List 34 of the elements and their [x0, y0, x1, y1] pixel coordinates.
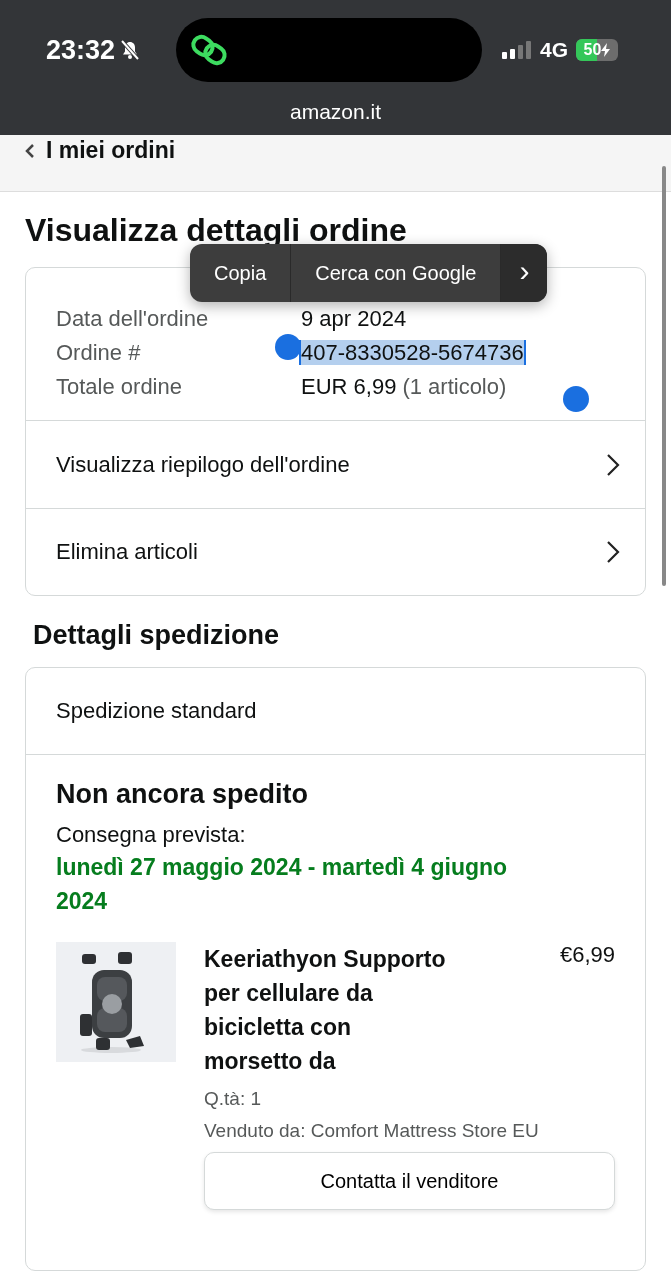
address-bar[interactable]: amazon.it [275, 100, 396, 124]
selection-handle[interactable] [275, 334, 301, 360]
product-price: €6,99 [559, 942, 615, 969]
chevron-right-icon [606, 540, 620, 564]
info-label: Ordine # [56, 339, 142, 367]
link-icon [190, 34, 228, 66]
selection-handle[interactable] [563, 386, 589, 412]
product-title[interactable]: Keeriathyon Supporto per cellulare da bicicletta con morsetto da [204, 942, 454, 1078]
shipping-method: Spedizione standard [26, 668, 645, 755]
menu-item[interactable]: Copia [190, 244, 292, 302]
battery-icon: 50 [576, 39, 618, 61]
seller-label: Venduto da: Comfort Mattress Store EU [204, 1120, 540, 1142]
menu-row[interactable]: Visualizza riepilogo dell'ordine [26, 421, 645, 508]
signal-icon [502, 40, 532, 60]
menu-row[interactable]: Elimina articoli [26, 508, 645, 595]
shipment-status: Non ancora spedito [56, 779, 310, 810]
info-note: (1 articolo) [402, 374, 507, 399]
delivery-label: Consegna prevista: [56, 822, 247, 848]
info-value: 407-8330528-5674736 [301, 340, 524, 365]
chevron-left-icon [24, 142, 36, 159]
info-label: Data dell'ordine [56, 305, 210, 333]
chevron-right-icon [606, 452, 620, 477]
delivery-dates: lunedì 27 maggio 2024 - martedì 4 giugno 2024 [56, 853, 509, 916]
clock: 23:32 [46, 34, 116, 66]
contact-seller-button[interactable]: Contatta il venditore [204, 1152, 615, 1210]
more-button[interactable]: › [501, 244, 548, 302]
info-value: 9 apr 2024 [301, 306, 407, 331]
quantity-label: Q.tà: 1 [204, 1088, 263, 1110]
info-value: EUR 6,99 [301, 374, 397, 399]
scrollbar[interactable] [662, 166, 666, 586]
back-link[interactable]: I miei ordini [0, 135, 176, 164]
info-label: Totale ordine [56, 373, 183, 401]
network-label: 4G [540, 38, 568, 62]
section-title: Dettagli spedizione [33, 620, 281, 651]
